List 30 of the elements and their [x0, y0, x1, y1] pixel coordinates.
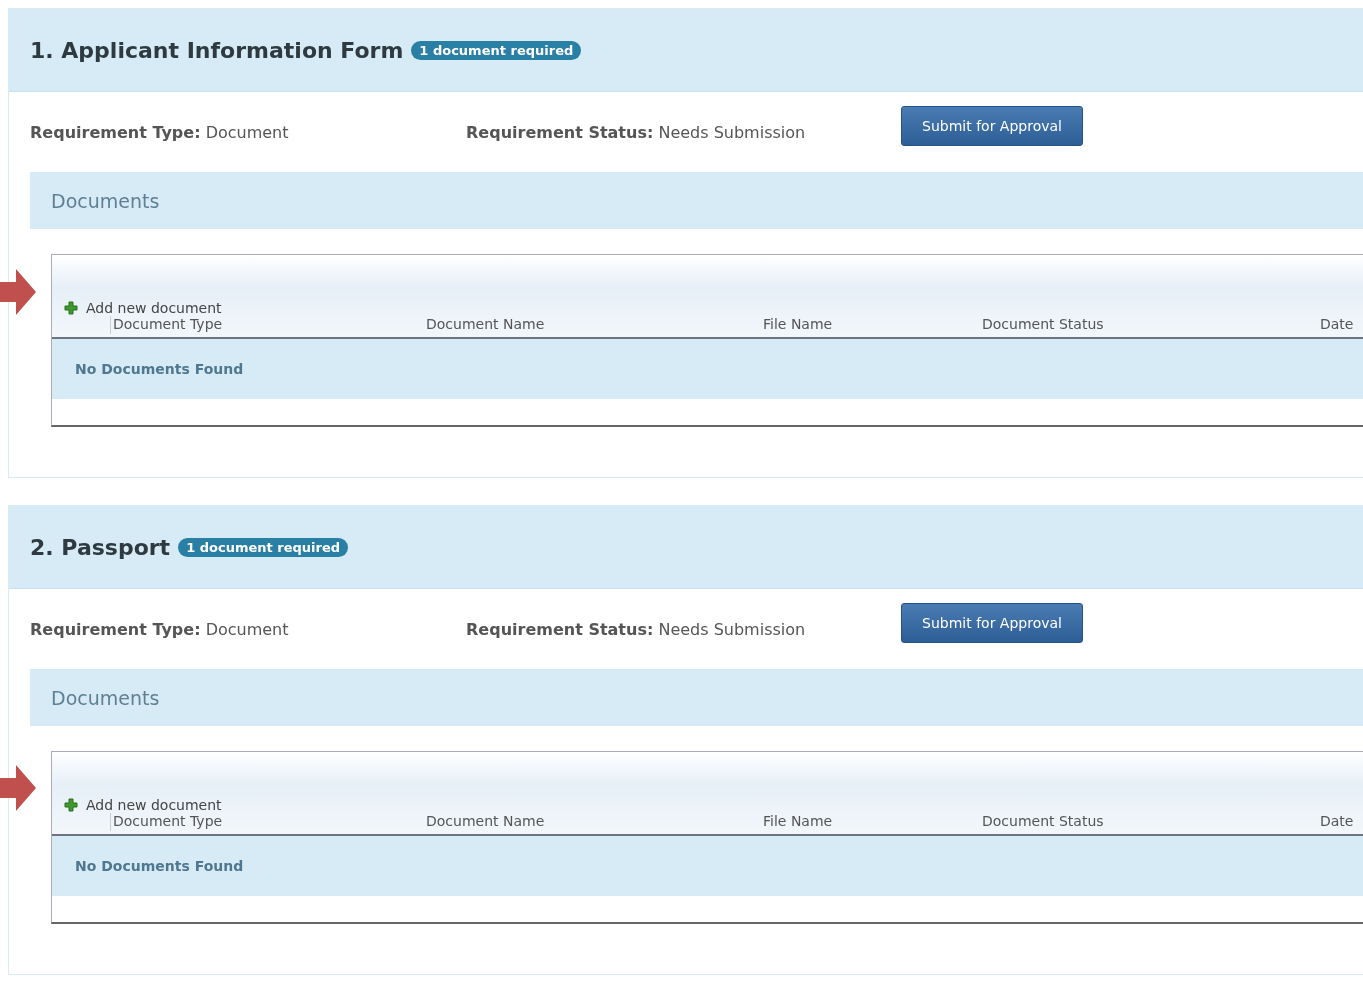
add-document-link[interactable]: Add new document — [86, 797, 222, 813]
empty-message: No Documents Found — [75, 858, 244, 874]
column-header[interactable]: Document Type — [113, 813, 223, 829]
section-title: Documents — [51, 189, 160, 212]
plus-icon[interactable] — [64, 798, 78, 812]
column-header[interactable]: Document Status — [982, 316, 1104, 332]
submit-button[interactable]: Submit for Approval — [901, 603, 1083, 643]
column-header[interactable]: Document Type — [113, 316, 223, 332]
column-header[interactable]: Document Name — [426, 813, 545, 829]
requirement-status: Requirement Status: Needs Submission — [466, 122, 807, 142]
column-header[interactable]: Document Status — [982, 813, 1104, 829]
column-header[interactable]: File Name — [763, 813, 833, 829]
arrow-icon — [0, 765, 36, 811]
requirement-type: Requirement Type: Document — [30, 619, 290, 639]
column-header[interactable]: File Name — [763, 316, 833, 332]
requirement-type: Requirement Type: Document — [30, 122, 290, 142]
section-title: Documents — [51, 686, 160, 709]
column-header[interactable]: Document Name — [426, 316, 545, 332]
requirement-title: 2. Passport — [30, 534, 171, 560]
requirement-title: 1. Applicant Information Form — [30, 37, 404, 63]
add-document-link[interactable]: Add new document — [86, 300, 222, 316]
arrow-icon — [0, 269, 36, 315]
plus-icon[interactable] — [64, 301, 78, 315]
required-badge: 1 document required — [411, 40, 582, 60]
column-header[interactable]: Date — [1320, 316, 1354, 332]
column-header[interactable]: Date — [1320, 813, 1354, 829]
empty-message: No Documents Found — [75, 361, 244, 377]
requirement-status: Requirement Status: Needs Submission — [466, 619, 807, 639]
required-badge: 1 document required — [178, 537, 349, 557]
submit-button[interactable]: Submit for Approval — [901, 106, 1083, 146]
